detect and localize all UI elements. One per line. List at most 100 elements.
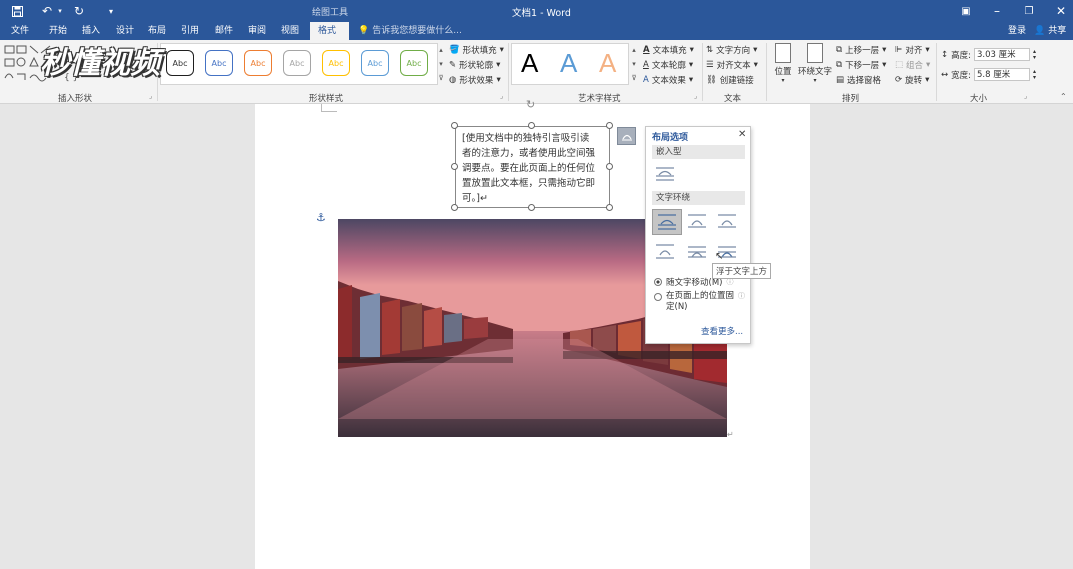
wordart-styles-label: 艺术字样式 [578, 94, 621, 104]
tab-format[interactable]: 格式 [310, 22, 349, 40]
shape-style-1[interactable]: Abc [205, 50, 233, 76]
wrap-square-icon[interactable] [652, 209, 682, 235]
see-more-link[interactable]: 查看更多... [701, 325, 743, 337]
close-icon[interactable]: ✕ [1050, 0, 1072, 22]
tab-mailings[interactable]: 邮件 [215, 22, 233, 40]
shape-style-5[interactable]: Abc [361, 50, 389, 76]
quote-textbox[interactable]: [使用文档中的独特引言吸引读 者的注意力，或者使用此空间强 调要点。要在此页面上… [455, 126, 610, 208]
wordart-style-0[interactable]: A [521, 48, 538, 79]
bring-forward-button[interactable]: ⧉ 上移一层 ▾ [836, 44, 886, 56]
layout-options-button[interactable] [617, 127, 636, 145]
rotate-button[interactable]: ⟳ 旋转 ▾ [895, 74, 929, 86]
save-icon[interactable] [8, 0, 26, 22]
undo-dropdown-icon[interactable]: ▾ [56, 0, 64, 22]
selection-pane-icon: ▤ [836, 75, 845, 85]
login-link[interactable]: 登录 [1008, 22, 1026, 40]
text-direction-icon: ⇅ [706, 45, 714, 55]
shape-effects-button[interactable]: ◍ 形状效果 ▾ [449, 74, 501, 86]
wrap-text-icon [807, 43, 823, 63]
watermark-logo: 秒懂视频 [40, 46, 160, 81]
text-direction-button[interactable]: ⇅ 文字方向 ▾ [706, 44, 757, 56]
align-text-button[interactable]: ☰ 对齐文本 ▾ [706, 59, 758, 71]
separator [766, 43, 767, 101]
ribbon-display-icon[interactable]: ▣ [955, 0, 977, 22]
customize-qat-icon[interactable]: ▾ [104, 0, 118, 22]
separator [936, 43, 937, 101]
launcher-icon[interactable]: ⌟ [1024, 92, 1027, 100]
shape-style-3[interactable]: Abc [283, 50, 311, 76]
shape-fill-button[interactable]: 🪣 形状填充 ▾ [449, 44, 504, 56]
height-input[interactable]: 3.03 厘米 [974, 48, 1030, 61]
wordart-style-1[interactable]: A [560, 48, 577, 79]
close-icon[interactable]: ✕ [738, 129, 746, 140]
wrap-text-button[interactable]: 环绕文字 ▾ [796, 43, 834, 84]
redo-icon[interactable]: ↻ [70, 0, 88, 22]
tell-me-box[interactable]: 💡 告诉我您想要做什么... [358, 22, 462, 40]
collapse-ribbon-icon[interactable]: ⌃ [1060, 92, 1067, 101]
resize-handle[interactable] [606, 163, 613, 170]
undo-icon[interactable]: ↶ [38, 0, 56, 22]
resize-handle[interactable] [451, 122, 458, 129]
text-outline-icon: A [643, 60, 649, 70]
selection-pane-button[interactable]: ▤ 选择窗格 [836, 74, 881, 86]
wordart-scroll[interactable]: ▴ ▾ ⊽ [629, 43, 639, 85]
anchor-icon[interactable]: ⚓ [316, 211, 326, 224]
launcher-icon[interactable]: ⌟ [694, 92, 697, 100]
restore-icon[interactable]: ❐ [1018, 0, 1040, 22]
launcher-icon[interactable]: ⌟ [149, 92, 152, 100]
tab-file[interactable]: 文件 [11, 22, 29, 40]
width-icon: ↔ [941, 69, 949, 80]
user-icon: 👤 [1034, 26, 1046, 36]
shape-style-2[interactable]: Abc [244, 50, 272, 76]
wrap-behind-text-icon[interactable] [684, 241, 710, 263]
send-backward-button[interactable]: ⧉ 下移一层 ▾ [836, 59, 886, 71]
width-label: 宽度: [951, 70, 971, 81]
wrap-through-icon[interactable] [714, 211, 740, 233]
launcher-icon[interactable]: ⌟ [500, 92, 503, 100]
layout-options-panel: 布局选项 ✕ 嵌入型 文字环绕 ↖ 随文字移动(M) ⓘ 在页面上的位置固 定(N… [645, 126, 751, 344]
info-icon: ⓘ [738, 292, 746, 300]
shape-outline-button[interactable]: ✎ 形状轮廓 ▾ [449, 59, 500, 71]
align-button[interactable]: ⊫ 对齐 ▾ [895, 44, 930, 56]
create-link-button[interactable]: ⛓ 创建链接 [706, 74, 754, 86]
share-button[interactable]: 👤 共享 [1034, 22, 1066, 40]
position-button[interactable]: 位置 ▾ [772, 43, 794, 84]
title-bar: ↶ ▾ ↻ ▾ 绘图工具 文档1 - Word ▣ – ❐ ✕ [0, 0, 1073, 22]
resize-handle[interactable] [606, 204, 613, 211]
shape-style-6[interactable]: Abc [400, 50, 428, 76]
tab-view[interactable]: 视图 [281, 22, 299, 40]
wrap-tight-icon[interactable] [684, 211, 710, 233]
text-fill-button[interactable]: A 文本填充 ▾ [643, 44, 694, 56]
resize-handle[interactable] [528, 204, 535, 211]
resize-handle[interactable] [606, 122, 613, 129]
layout-options-icon [621, 134, 632, 141]
rotate-handle-icon[interactable]: ↻ [526, 98, 535, 111]
text-effects-button[interactable]: A 文本效果 ▾ [643, 74, 693, 86]
fix-position-option[interactable]: 在页面上的位置固 定(N) ⓘ [654, 291, 745, 313]
wrap-top-bottom-icon[interactable] [652, 241, 678, 263]
pen-icon: ✎ [449, 60, 457, 70]
tab-references[interactable]: 引用 [181, 22, 199, 40]
group-button[interactable]: ⬚ 组合 ▾ [895, 59, 930, 71]
resize-handle[interactable] [528, 122, 535, 129]
text-fill-icon: A [643, 45, 650, 55]
lightbulb-icon: 💡 [358, 26, 370, 36]
height-spinner[interactable]: ▴ ▾ [1033, 48, 1036, 61]
tab-review[interactable]: 审阅 [248, 22, 266, 40]
insert-shapes-label: 插入形状 [58, 94, 93, 104]
wrap-inline-icon[interactable] [652, 163, 678, 185]
text-outline-button[interactable]: A 文本轮廓 ▾ [643, 59, 693, 71]
shape-styles-label: 形状样式 [309, 94, 344, 104]
width-spinner[interactable]: ▴ ▾ [1033, 68, 1036, 81]
shape-style-0[interactable]: Abc [166, 50, 194, 76]
resize-handle[interactable] [451, 204, 458, 211]
minimize-icon[interactable]: – [986, 0, 1008, 22]
shape-style-4[interactable]: Abc [322, 50, 350, 76]
wrap-tooltip: 浮于文字上方 [712, 263, 772, 279]
wordart-style-2[interactable]: A [599, 48, 616, 79]
resize-handle[interactable] [451, 163, 458, 170]
paragraph-mark-icon: ↵ [727, 430, 734, 439]
panel-title: 布局选项 [652, 133, 689, 143]
width-input[interactable]: 5.8 厘米 [974, 68, 1030, 81]
shape-style-scroll[interactable]: ▴ ▾ ⊽ [436, 43, 446, 85]
